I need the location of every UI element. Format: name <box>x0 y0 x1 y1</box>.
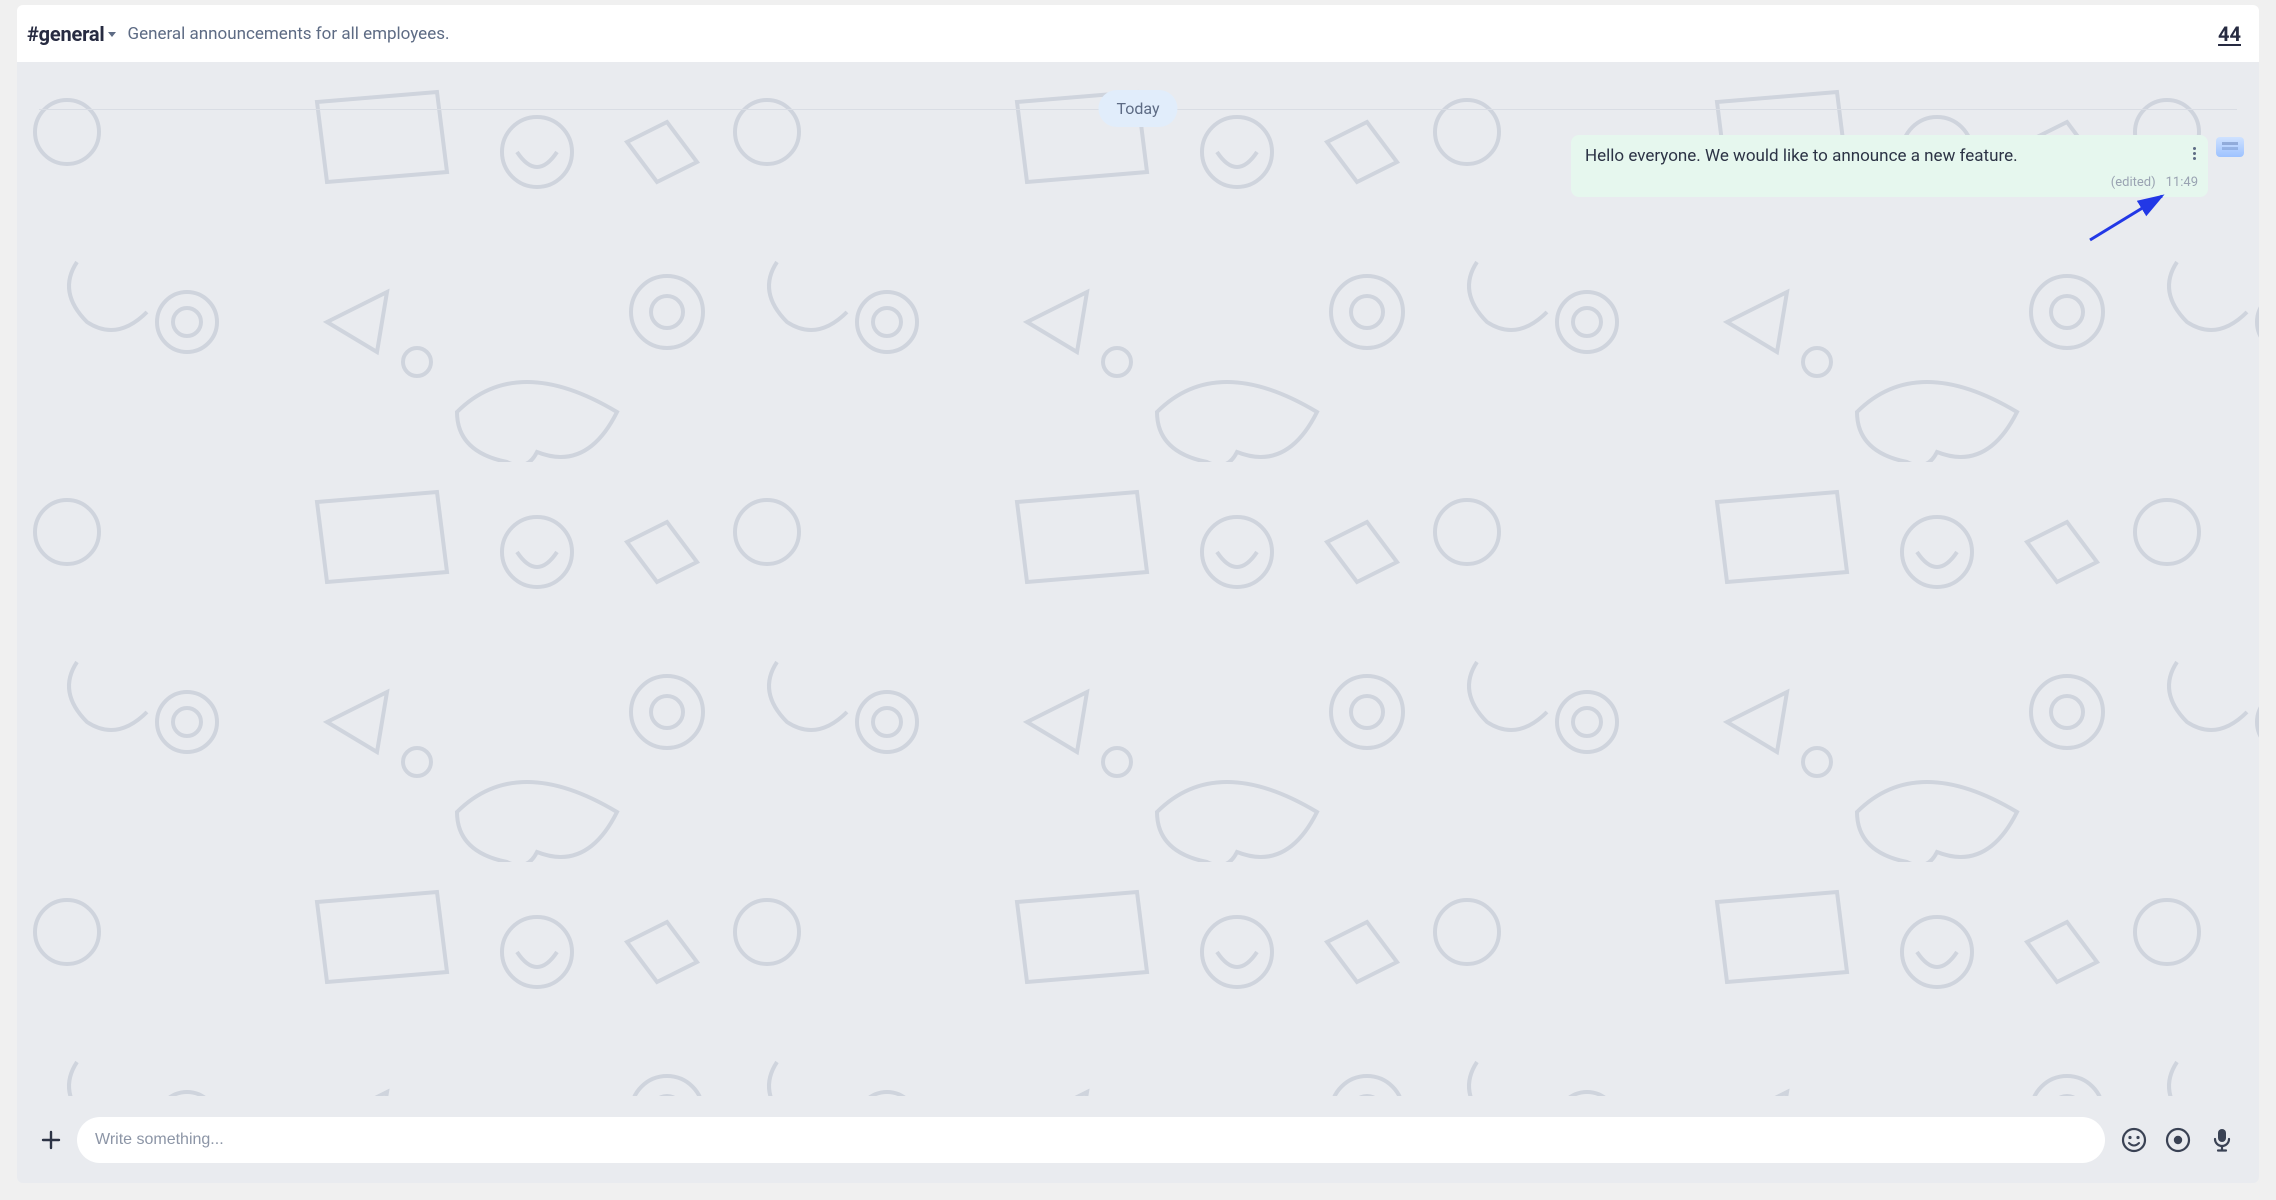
chat-app: #general General announcements for all e… <box>17 5 2259 1183</box>
message-meta: (edited) 11:49 <box>2111 175 2198 190</box>
messages-area[interactable]: Today Hello everyone. We would like to a… <box>17 62 2259 1096</box>
chevron-down-icon[interactable] <box>108 32 116 37</box>
message-input-wrap <box>77 1117 2105 1163</box>
attach-plus-icon[interactable] <box>39 1128 63 1152</box>
message-input[interactable] <box>95 1131 2087 1149</box>
edited-label: (edited) <box>2111 175 2156 190</box>
member-count[interactable]: 44 <box>2218 22 2241 46</box>
microphone-icon[interactable] <box>2207 1125 2237 1155</box>
channel-name[interactable]: #general <box>27 22 104 46</box>
message-row: Hello everyone. We would like to announc… <box>1571 135 2244 197</box>
annotation-arrow-icon <box>2084 190 2174 246</box>
channel-header: #general General announcements for all e… <box>17 5 2259 62</box>
message-text: Hello everyone. We would like to announc… <box>1585 145 2194 169</box>
composer-bar <box>17 1096 2259 1183</box>
sender-avatar[interactable] <box>2216 137 2244 157</box>
message-bubble[interactable]: Hello everyone. We would like to announc… <box>1571 135 2208 197</box>
date-divider-pill: Today <box>1098 90 1177 127</box>
message-actions-kebab-icon[interactable] <box>2191 145 2198 162</box>
channel-topic: General announcements for all employees. <box>127 24 449 44</box>
emoji-icon[interactable] <box>2119 1125 2149 1155</box>
record-icon[interactable] <box>2163 1125 2193 1155</box>
message-timestamp: 11:49 <box>2166 175 2198 190</box>
